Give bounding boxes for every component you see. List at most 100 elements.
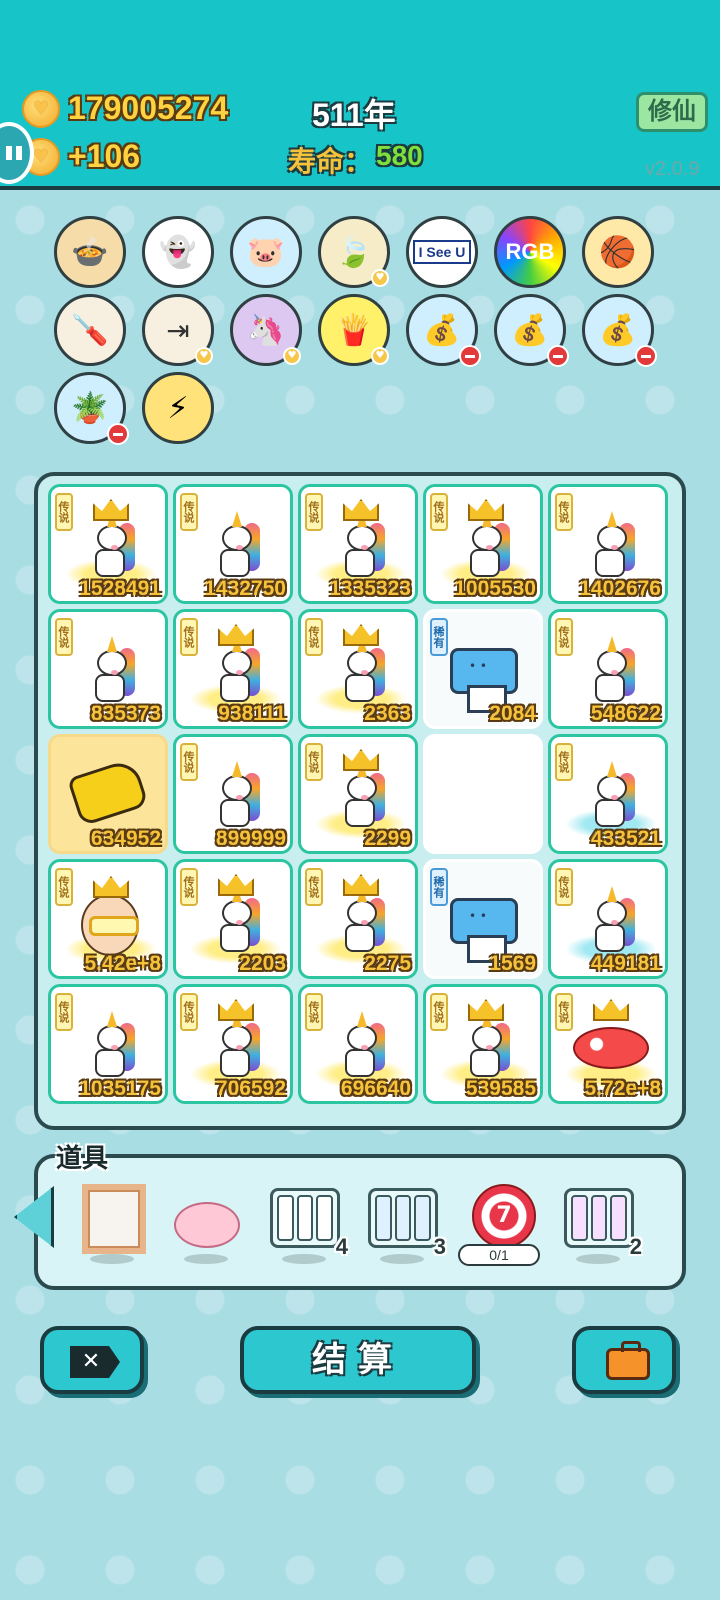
legend-tag: 传说: [430, 493, 448, 531]
unicorn-cell[interactable]: 传说 1035175: [48, 984, 168, 1104]
unicorn-cell[interactable]: 传说 1402676: [548, 484, 668, 604]
legend-tag: 传说: [305, 618, 323, 656]
legend-tag: 传说: [55, 868, 73, 906]
legend-tag: 传说: [180, 493, 198, 531]
unicorn-icon: [589, 636, 637, 704]
coin-total: 179005274: [68, 90, 229, 126]
unicorn-icon: [589, 886, 637, 954]
rare-tag: 稀有: [430, 868, 448, 906]
ghost-icon[interactable]: 👻: [142, 216, 214, 288]
piggy-bank-prop[interactable]: [170, 1184, 242, 1264]
unicorn-icon: [214, 761, 262, 829]
leaf-icon[interactable]: 🍃 ♥: [318, 216, 390, 288]
printer-cell[interactable]: 稀有 2084: [423, 609, 543, 729]
target-count: 0/1: [458, 1244, 540, 1266]
minus-badge-icon: [635, 345, 657, 367]
unicorn-cell[interactable]: 传说 2275: [298, 859, 418, 979]
close-button[interactable]: ✕: [40, 1326, 144, 1394]
settle-button[interactable]: 结算: [240, 1326, 476, 1394]
unicorn-cell[interactable]: 传说 1432750: [173, 484, 293, 604]
legend-tag: 传说: [555, 493, 573, 531]
unicorn-icon: [339, 636, 387, 704]
fries-icon[interactable]: 🍟 ♥: [318, 294, 390, 366]
koi-fish-cell[interactable]: 传说 5.72e+8: [548, 984, 668, 1104]
flower-pot-icon[interactable]: 🪴: [54, 372, 129, 445]
cell-value: 1402676: [579, 577, 661, 600]
printer-icon: [450, 648, 518, 713]
unicorn-cell[interactable]: 传说 548622: [548, 609, 668, 729]
unicorn-cell[interactable]: 传说 899999: [173, 734, 293, 854]
unicorn-cell[interactable]: 传说 433521: [548, 734, 668, 854]
cultivate-button[interactable]: 修仙: [636, 92, 708, 132]
crown-icon: [343, 874, 379, 896]
version-label: v2.0.9: [645, 158, 700, 180]
cell-value: 899999: [215, 827, 286, 850]
legend-slots-prop[interactable]: 2: [562, 1184, 642, 1264]
unicorn-icon: [214, 1011, 262, 1079]
cell-value: 433521: [590, 827, 661, 850]
inventory-button[interactable]: [572, 1326, 676, 1394]
piggy-bank-icon[interactable]: 🐷: [230, 216, 302, 288]
legend-tag: 传说: [180, 993, 198, 1031]
bag-icon[interactable]: 💰: [494, 294, 569, 367]
unicorn-cell[interactable]: 传说 2299: [298, 734, 418, 854]
unicorn-icon: [89, 636, 137, 704]
legend-tag: 传说: [55, 993, 73, 1031]
bag-icon[interactable]: 💰: [582, 294, 657, 367]
heart-badge-icon: ♥: [371, 269, 389, 287]
unicorn-cell[interactable]: 传说 2203: [173, 859, 293, 979]
crown-icon: [93, 499, 129, 521]
legend-tag: 传说: [305, 743, 323, 781]
unicorn-icon: [89, 1011, 137, 1079]
cell-value: 696640: [340, 1077, 411, 1100]
target-prop[interactable]: 7 0/1: [458, 1184, 540, 1266]
legend-tag: 传说: [55, 618, 73, 656]
legend-tag: 传说: [555, 993, 573, 1031]
cell-value: 449181: [590, 952, 661, 975]
bag-icon[interactable]: 💰: [406, 294, 481, 367]
basketballs-icon[interactable]: 🏀: [582, 216, 654, 288]
unicorn-cell[interactable]: 传说 1005530: [423, 484, 543, 604]
bald-man-icon: [81, 894, 139, 956]
cell-value: 2084: [489, 702, 536, 725]
picture-frame-prop[interactable]: [76, 1184, 148, 1264]
crown-icon: [468, 999, 504, 1021]
unicorn-cell[interactable]: 传说 539585: [423, 984, 543, 1104]
lightning-icon[interactable]: ⚡: [142, 372, 214, 444]
heart-badge-icon: ♥: [371, 347, 389, 365]
skip-icon[interactable]: ⇥ ♥: [142, 294, 214, 366]
unicorn-icon: [339, 1011, 387, 1079]
rgb-icon[interactable]: RGB: [494, 216, 566, 288]
target-icon: 7: [472, 1184, 536, 1248]
cell-value: 634952: [90, 827, 161, 850]
cell-value: 2275: [364, 952, 411, 975]
dog-bowl-icon[interactable]: 🍲: [54, 216, 126, 288]
i-see-u-icon[interactable]: I See U: [406, 216, 478, 288]
unicorn-cell[interactable]: 传说 696640: [298, 984, 418, 1104]
twin-unicorns-icon[interactable]: 🦄 ♥: [230, 294, 302, 366]
top-status-bar: 179005274 +106 511年 寿命： 580 修仙 v2.0.9: [0, 0, 720, 190]
legend-tag: 传说: [555, 868, 573, 906]
prop-count: 2: [629, 1234, 642, 1259]
unicorn-cell[interactable]: 传说 449181: [548, 859, 668, 979]
crown-icon: [343, 749, 379, 771]
unicorn-cell[interactable]: 传说 1528491: [48, 484, 168, 604]
empty-cell[interactable]: [423, 734, 543, 854]
unicorn-cell[interactable]: 传说 835373: [48, 609, 168, 729]
rare-slots-prop[interactable]: 3: [366, 1184, 446, 1264]
crown-icon: [218, 999, 254, 1021]
hand-cell[interactable]: 634952: [48, 734, 168, 854]
empty-slots-prop[interactable]: 4: [268, 1184, 348, 1264]
unicorn-cell[interactable]: 传说 706592: [173, 984, 293, 1104]
crown-icon: [593, 999, 629, 1021]
unicorn-cell[interactable]: 传说 938111: [173, 609, 293, 729]
legend-tag: 传说: [180, 618, 198, 656]
crown-icon: [218, 624, 254, 646]
screwdriver-icon[interactable]: 🪛: [54, 294, 126, 366]
unicorn-cell[interactable]: 传说 2363: [298, 609, 418, 729]
koi-fish-icon: [573, 1027, 649, 1069]
printer-cell[interactable]: 稀有 1569: [423, 859, 543, 979]
game-board: 传说 1528491 传说 1432750 传说 1335323 传说 1005530 传说 14…: [34, 472, 686, 1130]
bald-man-cell[interactable]: 传说 5.42e+8: [48, 859, 168, 979]
unicorn-cell[interactable]: 传说 1335323: [298, 484, 418, 604]
